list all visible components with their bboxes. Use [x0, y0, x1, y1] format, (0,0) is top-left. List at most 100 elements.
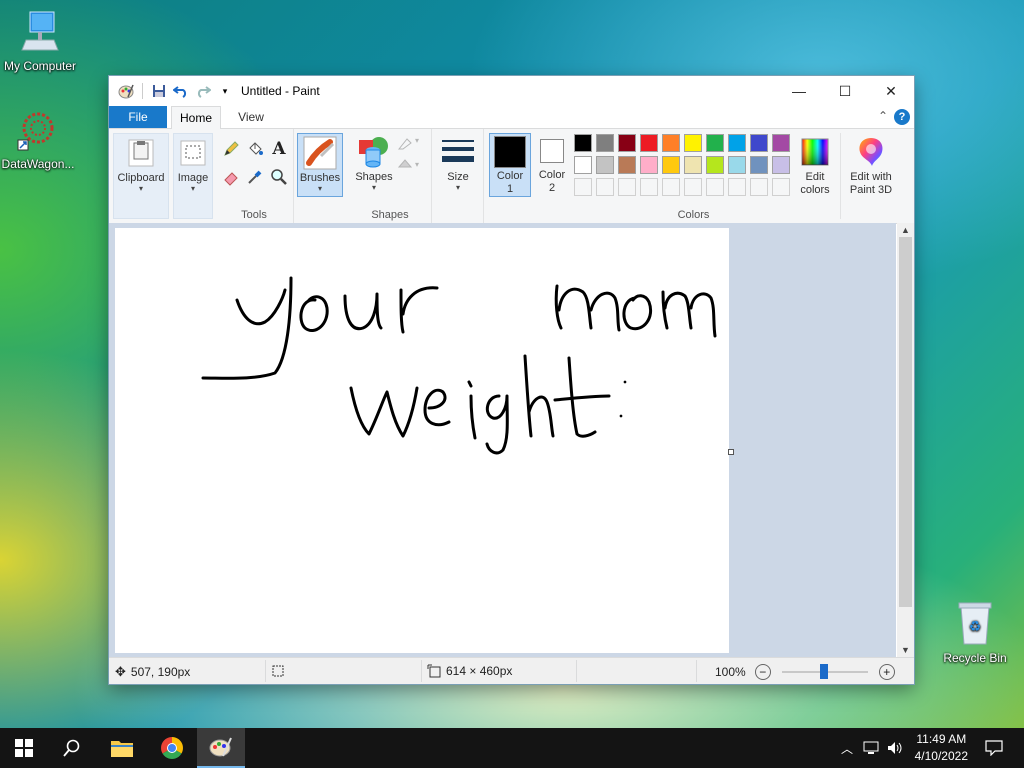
color-swatch[interactable] — [772, 156, 790, 174]
zoom-slider-thumb[interactable] — [819, 664, 828, 679]
maximize-icon: ☐ — [838, 82, 852, 99]
color-swatch[interactable] — [574, 134, 592, 152]
color-swatch[interactable] — [662, 178, 680, 196]
chevron-down-icon: ▾ — [138, 184, 143, 193]
show-hidden-icons-button[interactable]: ︿ — [836, 728, 858, 768]
color-swatch[interactable] — [706, 178, 724, 196]
color2-number: 2 — [548, 182, 556, 194]
color-swatch[interactable] — [574, 156, 592, 174]
start-button[interactable] — [0, 728, 48, 768]
undo-icon[interactable] — [172, 82, 190, 100]
color-swatch[interactable] — [684, 178, 702, 196]
color-spectrum-icon — [801, 138, 829, 166]
resize-handle-right[interactable] — [728, 449, 734, 455]
image-button[interactable]: Image ▾ — [173, 133, 213, 219]
vertical-scrollbar[interactable]: ▲ ▼ — [897, 223, 914, 657]
customize-qat-chevron-icon[interactable]: ▾ — [216, 82, 234, 100]
color-swatch[interactable] — [684, 134, 702, 152]
color-swatch[interactable] — [728, 178, 746, 196]
color-swatch[interactable] — [574, 178, 592, 196]
color1-label: Color — [496, 170, 524, 182]
magnifier-icon[interactable] — [267, 163, 291, 191]
chrome-button[interactable] — [148, 728, 196, 768]
volume-icon[interactable] — [884, 728, 906, 768]
zoom-slider[interactable] — [781, 664, 868, 679]
file-explorer-button[interactable] — [98, 728, 146, 768]
paint-taskbar-button[interactable] — [197, 728, 245, 768]
text-icon[interactable]: A — [267, 135, 291, 163]
brushes-button[interactable]: Brushes ▾ — [297, 133, 343, 197]
line-size-icon — [442, 140, 474, 162]
edit-with-paint3d-button[interactable]: Edit with Paint 3D — [843, 133, 899, 197]
fill-bucket-icon[interactable] — [243, 135, 267, 163]
paint-app-icon[interactable] — [117, 82, 135, 100]
shapes-group: Shapes ▾ ▾ ▾ Shapes — [349, 129, 432, 223]
chevron-down-icon: ▾ — [190, 184, 195, 193]
fill-icon[interactable]: ▾ — [397, 157, 421, 176]
canvas-size-value: 614 × 460px — [446, 664, 513, 678]
collapse-ribbon-icon[interactable]: ⌃ — [878, 109, 888, 123]
color-swatch[interactable] — [640, 156, 658, 174]
network-icon[interactable] — [860, 728, 882, 768]
notifications-button[interactable] — [976, 728, 1012, 768]
ribbon-tabs: File Home View ⌃ ? — [109, 106, 914, 129]
color-swatch[interactable] — [662, 156, 680, 174]
color-picker-icon[interactable] — [243, 163, 267, 191]
color-swatch[interactable] — [596, 134, 614, 152]
color-swatch[interactable] — [728, 156, 746, 174]
eraser-icon[interactable] — [219, 163, 243, 191]
tab-home[interactable]: Home — [171, 106, 221, 129]
desktop-icon-recycle-bin[interactable]: ♻ Recycle Bin — [935, 600, 1015, 665]
color2-button[interactable]: Color 2 — [533, 133, 571, 195]
scroll-down-icon[interactable]: ▼ — [897, 645, 914, 655]
drawing-canvas[interactable] — [115, 228, 729, 653]
size-button[interactable]: Size ▾ — [437, 133, 479, 192]
taskbar-clock[interactable]: 11:49 AM 4/10/2022 — [915, 731, 968, 765]
color-swatch[interactable] — [750, 156, 768, 174]
desktop-icon-datawagon[interactable]: DataWagon... — [0, 108, 78, 171]
color-swatch[interactable] — [662, 134, 680, 152]
close-button[interactable]: ✕ — [868, 76, 914, 106]
color-swatch[interactable] — [618, 134, 636, 152]
color-swatch[interactable] — [618, 178, 636, 196]
scroll-up-icon[interactable]: ▲ — [897, 225, 914, 235]
color-swatch[interactable] — [596, 156, 614, 174]
shapes-button[interactable]: Shapes ▾ — [351, 133, 397, 192]
tab-view[interactable]: View — [227, 106, 275, 128]
search-button[interactable] — [48, 728, 96, 768]
color-swatch[interactable] — [640, 178, 658, 196]
redo-icon[interactable] — [194, 82, 212, 100]
tab-file[interactable]: File — [109, 106, 167, 128]
color-swatch[interactable] — [772, 134, 790, 152]
color1-button[interactable]: Color 1 — [489, 133, 531, 197]
color-swatch[interactable] — [618, 156, 636, 174]
edit-colors-button[interactable]: Edit colors — [795, 133, 835, 197]
save-icon[interactable] — [150, 82, 168, 100]
scroll-thumb[interactable] — [899, 237, 912, 607]
brush-icon — [303, 136, 337, 170]
paint-window: ▾ Untitled - Paint — ☐ ✕ File Home View … — [109, 76, 914, 684]
zoom-in-button[interactable]: + — [878, 664, 895, 680]
chrome-icon — [161, 737, 183, 759]
pencil-icon[interactable] — [219, 135, 243, 163]
clipboard-button[interactable]: Clipboard ▾ — [113, 133, 169, 219]
color-swatch[interactable] — [684, 156, 702, 174]
color-swatch[interactable] — [640, 134, 658, 152]
color-swatch[interactable] — [750, 178, 768, 196]
outline-icon[interactable]: ▾ — [397, 135, 421, 154]
window-controls: — ☐ ✕ — [776, 76, 914, 106]
help-icon[interactable]: ? — [894, 109, 910, 125]
canvas-work-area[interactable] — [109, 223, 896, 657]
color-swatch[interactable] — [728, 134, 746, 152]
color-swatch[interactable] — [706, 156, 724, 174]
color-swatch[interactable] — [596, 178, 614, 196]
clock-time: 11:49 AM — [916, 732, 967, 746]
color-swatch[interactable] — [706, 134, 724, 152]
maximize-button[interactable]: ☐ — [822, 76, 868, 106]
color-swatch[interactable] — [750, 134, 768, 152]
color-swatch[interactable] — [772, 178, 790, 196]
desktop-icon-my-computer[interactable]: My Computer — [0, 10, 80, 73]
title-bar: ▾ Untitled - Paint — ☐ ✕ — [109, 76, 914, 106]
zoom-out-button[interactable]: − — [754, 664, 771, 680]
minimize-button[interactable]: — — [776, 76, 822, 106]
